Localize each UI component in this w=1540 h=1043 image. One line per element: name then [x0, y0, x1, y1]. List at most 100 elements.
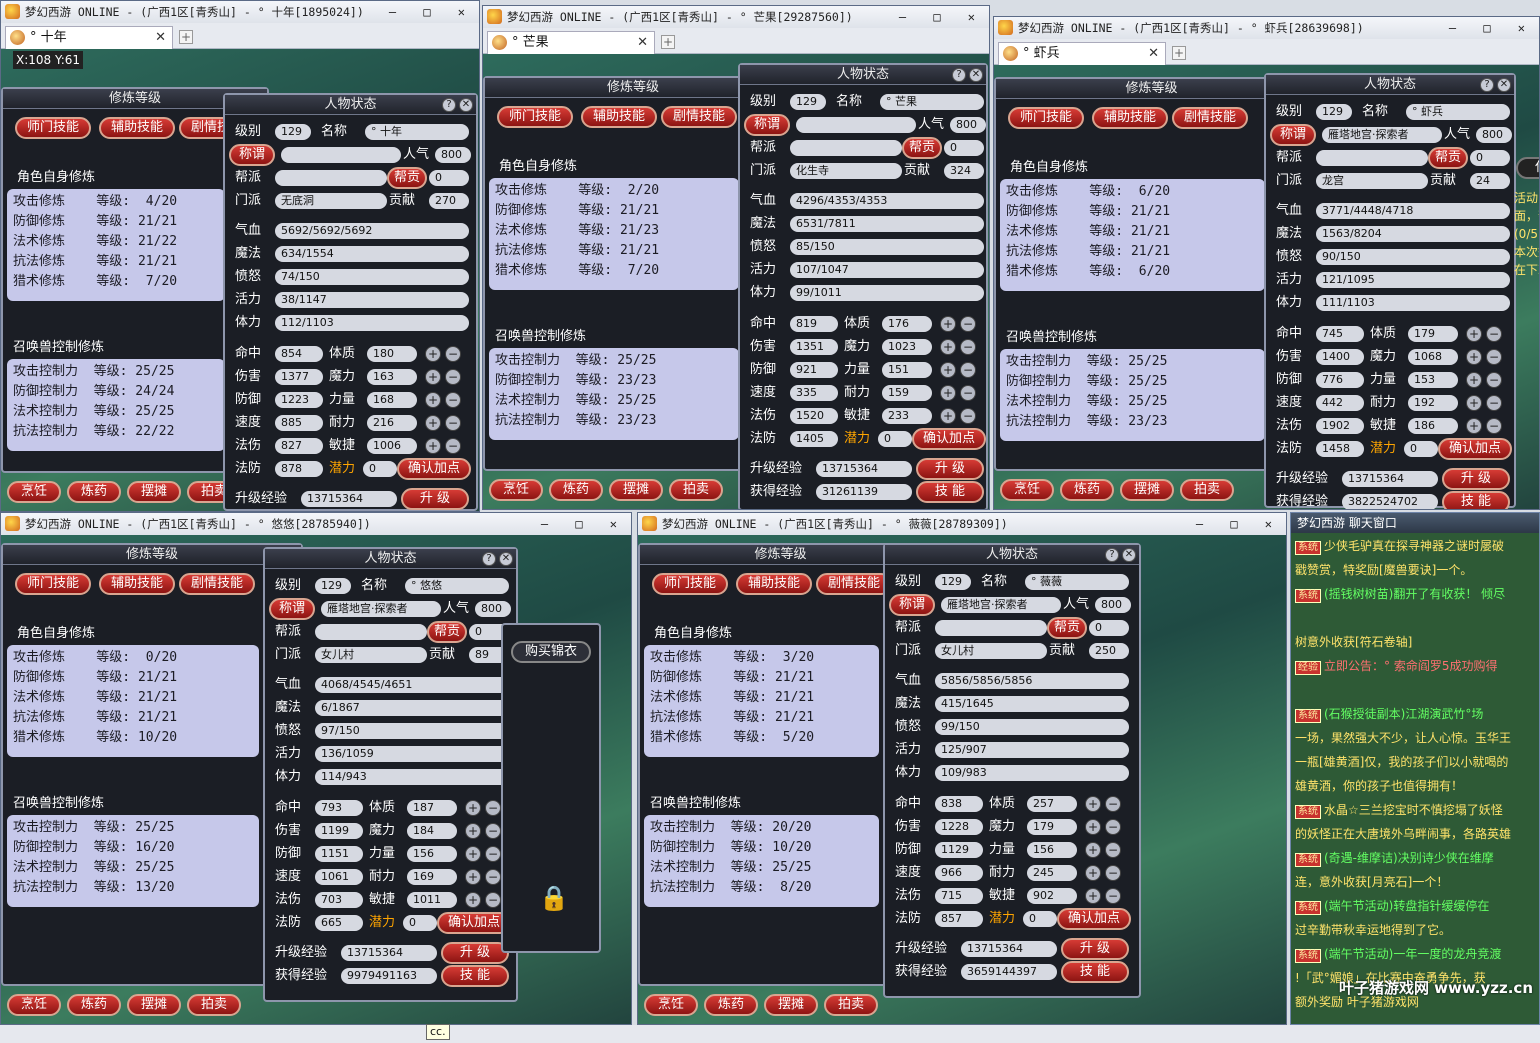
window-controls[interactable]: — □ ✕: [389, 1, 475, 23]
gang-contrib-button[interactable]: 帮贡: [1428, 147, 1468, 169]
confirm-points-button[interactable]: 确认加点: [1057, 908, 1131, 930]
decrease-button[interactable]: −: [1486, 395, 1502, 411]
stall-button[interactable]: 摆摊: [764, 994, 818, 1016]
title-button[interactable]: 称谓: [744, 114, 790, 136]
aux-skills-button[interactable]: 辅助技能: [99, 573, 175, 595]
cook-button[interactable]: 烹饪: [489, 479, 543, 501]
increase-button[interactable]: +: [465, 892, 481, 908]
stall-button[interactable]: 摆摊: [127, 481, 181, 503]
plot-skills-button[interactable]: 剧情技能: [816, 573, 892, 595]
title-button[interactable]: 称谓: [229, 144, 275, 166]
increase-button[interactable]: +: [465, 869, 481, 885]
gang-contrib-button[interactable]: 帮贡: [427, 621, 467, 643]
master-skills-button[interactable]: 师门技能: [1008, 107, 1084, 129]
master-skills-button[interactable]: 师门技能: [15, 573, 91, 595]
stall-button[interactable]: 摆摊: [609, 479, 663, 501]
aux-skills-button[interactable]: 辅助技能: [581, 106, 657, 128]
close-icon[interactable]: ✕: [459, 98, 473, 112]
decrease-button[interactable]: −: [1486, 349, 1502, 365]
increase-button[interactable]: +: [940, 362, 956, 378]
window-controls[interactable]: — □ ✕: [1196, 513, 1282, 535]
decrease-button[interactable]: −: [485, 800, 501, 816]
gang-contrib-button[interactable]: 帮贡: [902, 137, 942, 159]
alchemy-button[interactable]: 炼药: [67, 481, 121, 503]
decrease-button[interactable]: −: [445, 438, 461, 454]
decrease-button[interactable]: −: [445, 392, 461, 408]
title-button[interactable]: 称谓: [1270, 124, 1316, 146]
new-tab-button[interactable]: +: [179, 30, 193, 44]
increase-button[interactable]: +: [1466, 418, 1482, 434]
window-controls[interactable]: — □ ✕: [1449, 17, 1535, 39]
increase-button[interactable]: +: [1466, 326, 1482, 342]
increase-button[interactable]: +: [425, 392, 441, 408]
increase-button[interactable]: +: [465, 846, 481, 862]
close-icon[interactable]: ✕: [499, 552, 513, 566]
cook-button[interactable]: 烹饪: [7, 994, 61, 1016]
increase-button[interactable]: +: [1466, 395, 1482, 411]
stall-button[interactable]: 摆摊: [127, 994, 181, 1016]
increase-button[interactable]: +: [425, 438, 441, 454]
help-icon[interactable]: ?: [482, 552, 496, 566]
increase-button[interactable]: +: [425, 369, 441, 385]
alchemy-button[interactable]: 炼药: [549, 479, 603, 501]
increase-button[interactable]: +: [1466, 372, 1482, 388]
decrease-button[interactable]: −: [960, 362, 976, 378]
upgrade-button[interactable]: 升 级: [1442, 468, 1510, 490]
close-icon[interactable]: ✕: [1497, 78, 1511, 92]
help-icon[interactable]: ?: [1480, 78, 1494, 92]
decrease-button[interactable]: −: [1105, 796, 1121, 812]
skills-button[interactable]: 技 能: [441, 965, 509, 987]
tab-close-icon[interactable]: ✕: [637, 32, 648, 54]
increase-button[interactable]: +: [1085, 796, 1101, 812]
increase-button[interactable]: +: [940, 316, 956, 332]
aux-skills-button[interactable]: 辅助技能: [736, 573, 812, 595]
alchemy-button[interactable]: 炼药: [704, 994, 758, 1016]
tab-close-icon[interactable]: ✕: [155, 27, 166, 49]
decrease-button[interactable]: −: [445, 369, 461, 385]
help-icon[interactable]: ?: [442, 98, 456, 112]
alchemy-button[interactable]: 炼药: [1060, 479, 1114, 501]
increase-button[interactable]: +: [425, 346, 441, 362]
confirm-points-button[interactable]: 确认加点: [1438, 438, 1512, 460]
increase-button[interactable]: +: [465, 800, 481, 816]
new-tab-button[interactable]: +: [1172, 46, 1186, 60]
alchemy-button[interactable]: 炼药: [67, 994, 121, 1016]
confirm-points-button[interactable]: 确认加点: [437, 912, 511, 934]
help-icon[interactable]: ?: [1105, 548, 1119, 562]
decrease-button[interactable]: −: [485, 846, 501, 862]
increase-button[interactable]: +: [1085, 819, 1101, 835]
close-icon[interactable]: ✕: [969, 68, 983, 82]
cook-button[interactable]: 烹饪: [1000, 479, 1054, 501]
increase-button[interactable]: +: [1085, 865, 1101, 881]
decrease-button[interactable]: −: [445, 346, 461, 362]
increase-button[interactable]: +: [465, 823, 481, 839]
upgrade-button[interactable]: 升 级: [441, 942, 509, 964]
decrease-button[interactable]: −: [1486, 372, 1502, 388]
help-icon[interactable]: ?: [952, 68, 966, 82]
increase-button[interactable]: +: [1085, 888, 1101, 904]
new-tab-button[interactable]: +: [661, 35, 675, 49]
skills-button[interactable]: 技 能: [1061, 961, 1129, 983]
auction-button[interactable]: 拍卖: [1180, 479, 1234, 501]
gang-contrib-button[interactable]: 帮贡: [1047, 617, 1087, 639]
decrease-button[interactable]: −: [1105, 819, 1121, 835]
browser-tab[interactable]: ° 虾兵 ✕: [998, 42, 1166, 65]
aux-skills-button[interactable]: 辅助技能: [1092, 107, 1168, 129]
browser-tab[interactable]: ° 芒果 ✕: [487, 31, 655, 54]
decrease-button[interactable]: −: [960, 408, 976, 424]
decrease-button[interactable]: −: [1486, 326, 1502, 342]
window-controls[interactable]: — □ ✕: [541, 513, 627, 535]
title-button[interactable]: 称谓: [269, 598, 315, 620]
cook-button[interactable]: 烹饪: [7, 481, 61, 503]
decrease-button[interactable]: −: [1105, 865, 1121, 881]
confirm-points-button[interactable]: 确认加点: [397, 458, 471, 480]
skills-button[interactable]: 技 能: [916, 481, 984, 503]
master-skills-button[interactable]: 师门技能: [497, 106, 573, 128]
title-button[interactable]: 称谓: [889, 594, 935, 616]
increase-button[interactable]: +: [940, 339, 956, 355]
auction-button[interactable]: 拍卖: [187, 994, 241, 1016]
decrease-button[interactable]: −: [485, 892, 501, 908]
master-skills-button[interactable]: 师门技能: [15, 117, 91, 139]
close-icon[interactable]: ✕: [1122, 548, 1136, 562]
increase-button[interactable]: +: [940, 408, 956, 424]
